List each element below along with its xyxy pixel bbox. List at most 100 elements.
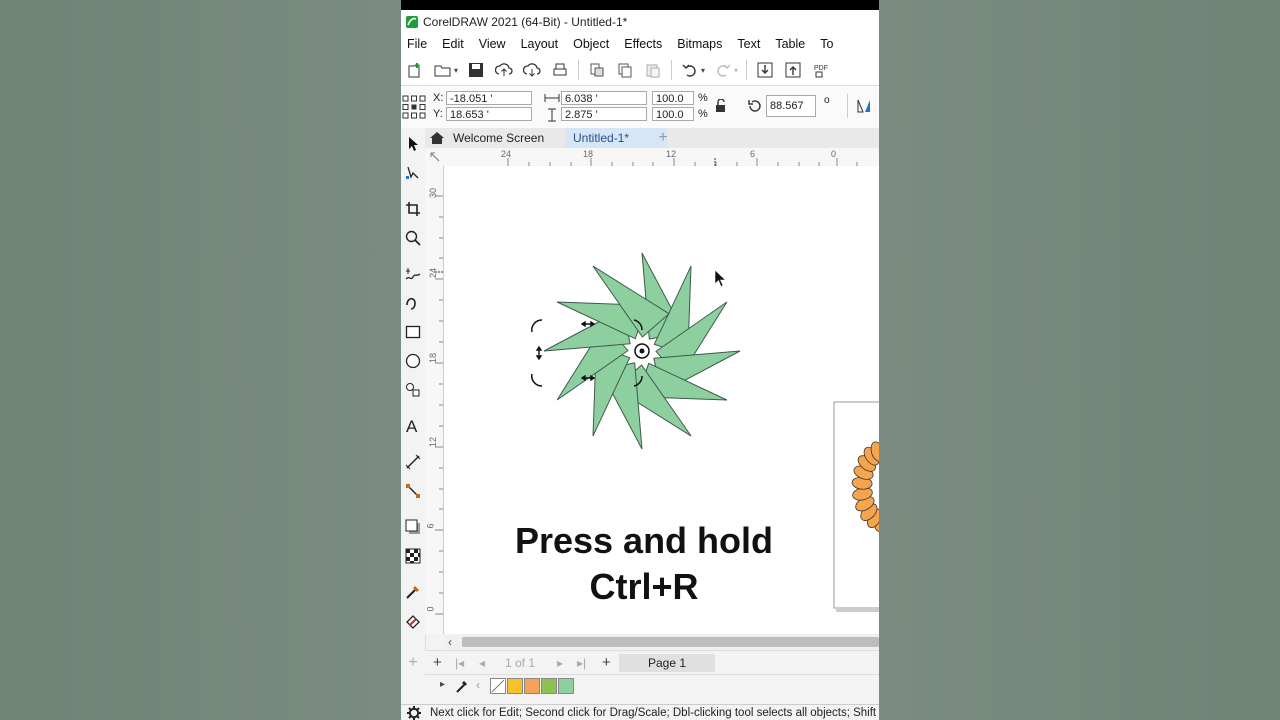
first-page-icon[interactable]: |◂ xyxy=(455,654,464,672)
rectangle-tool-icon[interactable] xyxy=(402,321,424,343)
width-field[interactable]: 6.038 ' xyxy=(561,91,647,105)
redo-icon[interactable] xyxy=(712,59,734,81)
shape-tool-icon[interactable] xyxy=(402,162,424,184)
drawing-canvas[interactable]: Press and hold Ctrl+R xyxy=(444,166,879,634)
x-label: X: xyxy=(433,92,444,104)
add-page-before-button[interactable]: + xyxy=(433,654,442,672)
drop-shadow-tool-icon[interactable] xyxy=(402,516,424,538)
menu-table[interactable]: Table xyxy=(770,37,815,51)
open-dropdown-icon[interactable]: ▾ xyxy=(454,66,462,75)
zoom-tool-icon[interactable] xyxy=(402,227,424,249)
color-eyedropper-icon[interactable] xyxy=(455,678,469,694)
ruler-tick-label: 0 xyxy=(425,606,436,612)
drawing-area[interactable] xyxy=(444,166,879,634)
print-icon[interactable] xyxy=(549,59,571,81)
text-tool-icon[interactable]: A xyxy=(402,415,424,437)
export-icon[interactable] xyxy=(782,59,804,81)
palette-scroll-left-icon[interactable]: ‹ xyxy=(476,678,480,692)
freehand-tool-icon[interactable] xyxy=(402,263,424,285)
cloud-download-icon[interactable] xyxy=(521,59,543,81)
coreldraw-logo-icon xyxy=(406,15,418,28)
menu-file[interactable]: File xyxy=(401,37,437,51)
interactive-fill-tool-icon[interactable] xyxy=(402,610,424,632)
menu-bitmaps[interactable]: Bitmaps xyxy=(672,37,732,51)
toolbar-separator xyxy=(746,60,747,80)
menu-tools[interactable]: To xyxy=(815,37,843,51)
color-swatch[interactable] xyxy=(558,678,574,694)
undo-icon[interactable] xyxy=(679,59,701,81)
color-swatch[interactable] xyxy=(507,678,523,694)
pdf-icon[interactable]: PDF xyxy=(810,59,832,81)
horizontal-scrollbar[interactable]: ‹ xyxy=(444,634,879,650)
secondary-page-thumbnail xyxy=(833,401,879,612)
add-tab-button[interactable]: + xyxy=(653,128,673,148)
svg-text:A: A xyxy=(406,417,418,435)
new-document-icon[interactable] xyxy=(404,59,426,81)
palette-expand-icon[interactable]: ▸ xyxy=(440,679,445,690)
paste-icon[interactable] xyxy=(642,59,664,81)
tab-welcome-screen[interactable]: Welcome Screen xyxy=(445,128,552,148)
menu-text[interactable]: Text xyxy=(732,37,770,51)
color-swatch[interactable] xyxy=(524,678,540,694)
menu-view[interactable]: View xyxy=(474,37,516,51)
coreldraw-window: CorelDRAW 2021 (64-Bit) - Untitled-1* Fi… xyxy=(401,0,879,720)
parallel-dimension-tool-icon[interactable] xyxy=(402,451,424,473)
page-counter: 1 of 1 xyxy=(505,656,536,670)
toolbar-separator xyxy=(578,60,579,80)
ruler-ticks xyxy=(507,158,858,166)
crop-tool-icon[interactable] xyxy=(402,198,424,220)
vertical-ruler[interactable]: 30 24 18 12 6 0 xyxy=(425,166,444,634)
menu-object[interactable]: Object xyxy=(568,37,619,51)
left-background xyxy=(0,0,401,720)
undo-dropdown-icon[interactable]: ▾ xyxy=(701,66,709,75)
settings-gear-icon[interactable] xyxy=(407,706,421,720)
vertical-ruler-ticks xyxy=(435,195,443,615)
rotation-angle-field[interactable]: 88.567 xyxy=(766,95,816,117)
menu-effects[interactable]: Effects xyxy=(619,37,672,51)
percent-y-label: % xyxy=(698,108,708,120)
connector-tool-icon[interactable] xyxy=(402,480,424,502)
menu-bar: File Edit View Layout Object Effects Bit… xyxy=(401,33,879,55)
save-icon[interactable] xyxy=(465,59,487,81)
last-page-icon[interactable]: ▸| xyxy=(577,654,586,672)
height-icon xyxy=(548,108,556,122)
copy-icon[interactable] xyxy=(614,59,636,81)
mirror-horizontal-icon[interactable] xyxy=(856,98,872,114)
height-field[interactable]: 2.875 ' xyxy=(561,107,647,121)
standard-toolbar: ▾ ▾ ▾ PDF xyxy=(401,55,879,86)
no-fill-swatch[interactable] xyxy=(490,678,506,694)
menu-edit[interactable]: Edit xyxy=(437,37,474,51)
scroll-left-icon[interactable]: ‹ xyxy=(448,635,452,649)
page-1-tab[interactable]: Page 1 xyxy=(619,654,715,672)
pick-tool-icon[interactable] xyxy=(402,133,424,155)
import-icon[interactable] xyxy=(754,59,776,81)
transparency-tool-icon[interactable] xyxy=(402,545,424,567)
eyedropper-tool-icon[interactable] xyxy=(402,581,424,603)
ellipse-tool-icon[interactable] xyxy=(402,350,424,372)
reference-point-icon[interactable] xyxy=(402,95,426,119)
rotation-center-icon[interactable] xyxy=(629,338,655,364)
polygon-tool-icon[interactable] xyxy=(402,379,424,401)
customize-toolbox-icon[interactable]: + xyxy=(402,652,424,674)
lock-ratio-icon[interactable] xyxy=(715,99,727,113)
toolbar-separator xyxy=(671,60,672,80)
scale-x-field[interactable]: 100.0 xyxy=(652,91,694,105)
y-position-field[interactable]: 18.653 ' xyxy=(446,107,532,121)
scale-y-field[interactable]: 100.0 xyxy=(652,107,694,121)
status-bar: Next click for Edit; Second click for Dr… xyxy=(401,704,879,720)
open-folder-icon[interactable] xyxy=(432,59,454,81)
menu-layout[interactable]: Layout xyxy=(516,37,569,51)
cloud-upload-icon[interactable] xyxy=(493,59,515,81)
next-page-icon[interactable]: ▸ xyxy=(557,654,563,672)
previous-page-icon[interactable]: ◂ xyxy=(479,654,485,672)
x-position-field[interactable]: -18.051 ' xyxy=(446,91,532,105)
add-page-after-button[interactable]: + xyxy=(602,654,611,672)
artistic-media-tool-icon[interactable] xyxy=(402,292,424,314)
redo-dropdown-icon[interactable]: ▾ xyxy=(734,66,742,75)
caption-line-2: Ctrl+R xyxy=(589,566,699,607)
cut-icon[interactable] xyxy=(586,59,608,81)
scrollbar-thumb[interactable] xyxy=(462,637,879,647)
tab-untitled-1[interactable]: Untitled-1* xyxy=(565,128,667,148)
horizontal-ruler[interactable]: 24 18 12 6 0 xyxy=(425,148,879,167)
color-swatch[interactable] xyxy=(541,678,557,694)
